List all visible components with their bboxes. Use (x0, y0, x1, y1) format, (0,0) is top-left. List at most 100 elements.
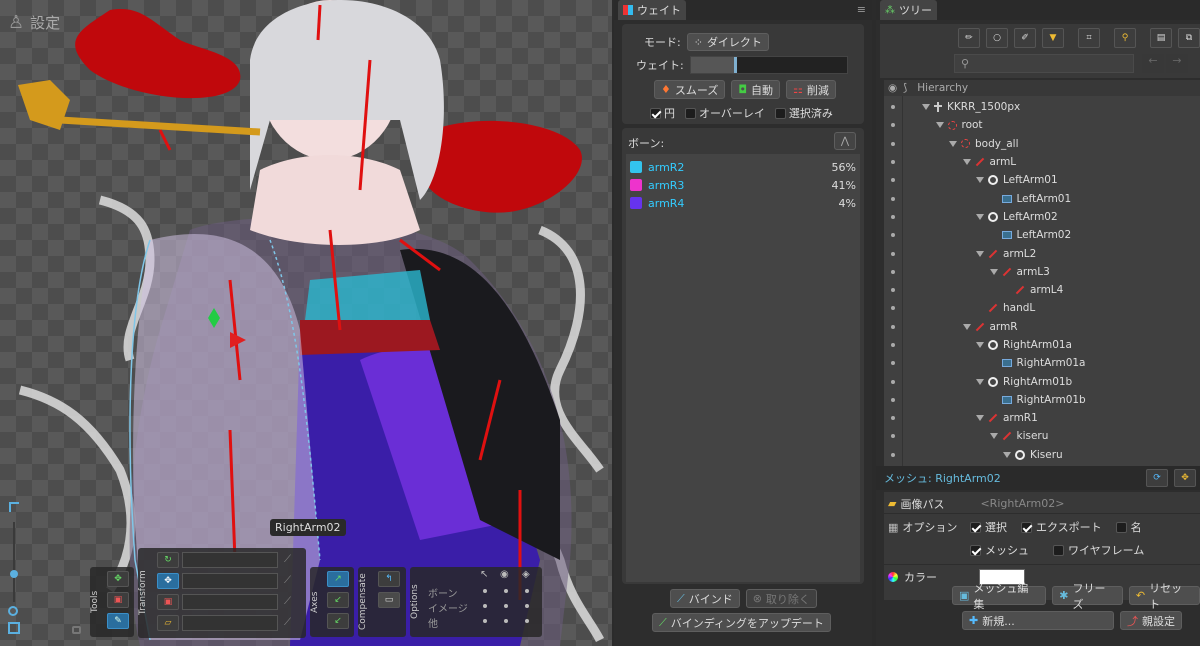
export-option[interactable]: エクスポート (1021, 519, 1102, 535)
option-toggle[interactable] (525, 619, 529, 623)
filter-button[interactable]: ▼ (1042, 28, 1064, 48)
tree-node[interactable]: armL2 (884, 244, 1200, 262)
circle-check[interactable] (650, 107, 661, 119)
axes-world-button[interactable]: ↙ (327, 613, 349, 629)
mode-dropdown[interactable]: ⁘ ダイレクト (686, 33, 769, 51)
fullscreen-icon[interactable] (8, 622, 20, 634)
wireframe-check[interactable] (1053, 544, 1064, 556)
tab-weight[interactable]: ウェイト (618, 0, 686, 20)
brush-filter-button[interactable]: ✏ (958, 28, 980, 48)
viewport[interactable]: ♙ 設定 RightArm02 Tools ✥ ▣ ✎ Transform ↻ … (0, 0, 612, 646)
settings-button[interactable]: ♙ 設定 (8, 12, 60, 33)
weight-slider[interactable] (689, 56, 848, 74)
visibility-dot-icon[interactable] (891, 160, 895, 165)
image-tool-button[interactable]: ▣ (107, 592, 129, 608)
link-icon[interactable]: ⟋ (284, 575, 291, 586)
option-toggle[interactable] (525, 589, 529, 593)
zoom-icon[interactable] (8, 606, 18, 616)
option-toggle[interactable] (504, 604, 508, 608)
tree-node[interactable]: armL3 (884, 263, 1200, 281)
panel-menu-icon[interactable]: ≡ (857, 3, 866, 16)
tree-node[interactable]: armL4 (884, 281, 1200, 299)
image-path-field[interactable]: <RightArm02> (980, 497, 1064, 510)
rotate-tool-button[interactable]: ↻ (157, 552, 179, 568)
visibility-dot-icon[interactable] (891, 397, 895, 402)
select-check[interactable] (970, 521, 981, 533)
tree-node[interactable]: LeftArm01 (884, 189, 1200, 207)
visibility-dot-icon[interactable] (891, 105, 895, 110)
name-check[interactable] (1115, 521, 1127, 533)
select-option[interactable]: 選択 (970, 519, 1007, 535)
option-toggle[interactable] (525, 604, 529, 608)
create-tool-button[interactable]: ✎ (107, 613, 129, 629)
option-toggle[interactable] (504, 619, 508, 623)
expand-toggle-icon[interactable] (962, 159, 971, 166)
overlay-check[interactable] (685, 107, 696, 119)
expand-toggle-icon[interactable] (976, 213, 984, 220)
freeze-button[interactable]: ✱ フリーズ (1052, 582, 1123, 611)
remove-button[interactable]: ⊗ 取り除く (745, 589, 817, 608)
option-toggle[interactable] (483, 589, 487, 593)
zoom-slider[interactable] (6, 500, 22, 640)
scale-value-field[interactable] (182, 594, 278, 610)
expand-toggle-icon[interactable] (976, 378, 984, 385)
tree-node[interactable]: root (884, 116, 1200, 134)
link-icon[interactable]: ⟋ (284, 596, 291, 607)
bones-lock-button[interactable]: ⋀ (834, 132, 856, 150)
tree-search-input[interactable]: ⚲ (954, 54, 1134, 73)
expand-toggle-icon[interactable] (935, 122, 944, 129)
visibility-dot-icon[interactable] (891, 233, 895, 238)
visibility-dot-icon[interactable] (891, 306, 895, 311)
option-toggle[interactable] (483, 619, 487, 623)
link-icon[interactable]: ⟋ (284, 617, 291, 628)
visibility-dot-icon[interactable] (891, 251, 895, 256)
overlay-checkbox[interactable]: オーバーレイ (685, 105, 765, 121)
visibility-dot-icon[interactable] (891, 324, 895, 329)
tree-node[interactable]: armR (884, 318, 1200, 336)
circle-filter-button[interactable]: ○ (986, 28, 1008, 48)
collapse-button[interactable]: ▤ (1150, 28, 1172, 48)
visibility-dot-icon[interactable] (891, 196, 895, 201)
new-dropdown[interactable]: ✚ 新規... (962, 611, 1114, 630)
tree-node[interactable]: armR1 (884, 409, 1200, 427)
wireframe-option[interactable]: ワイヤフレーム (1053, 542, 1144, 558)
tree-node[interactable]: KKRR_1500px (884, 98, 1200, 116)
mesh-sync-button[interactable]: ⟳ (1146, 469, 1168, 487)
tree-node[interactable]: Kiseru (884, 446, 1200, 464)
expand-toggle-icon[interactable] (949, 140, 957, 147)
expand-toggle-icon[interactable] (1003, 451, 1011, 458)
visibility-dot-icon[interactable] (891, 288, 895, 293)
bone-list[interactable]: armR2 56% armR3 41% armR4 4% (626, 154, 860, 582)
translate-value-field[interactable] (182, 573, 278, 589)
zoom-fit-icon[interactable] (9, 502, 19, 512)
visibility-dot-icon[interactable] (891, 214, 895, 219)
select-tool-button[interactable]: ✥ (107, 571, 129, 587)
set-parent-button[interactable]: ⤴ 親設定 (1120, 611, 1182, 630)
reduce-button[interactable]: ⚏ 削減 (786, 80, 836, 99)
translate-tool-button[interactable]: ✥ (157, 573, 179, 589)
bone-list-item[interactable]: armR3 41% (630, 176, 856, 194)
expand-toggle-icon[interactable] (976, 250, 984, 257)
tree-node[interactable]: LeftArm02 (884, 208, 1200, 226)
visibility-dot-icon[interactable] (891, 269, 895, 274)
update-binding-button[interactable]: ⟋ バインディングをアップデート (652, 613, 831, 632)
link-icon[interactable]: ⟋ (284, 554, 291, 565)
frame-button[interactable]: ⌗ (1078, 28, 1100, 48)
circle-checkbox[interactable]: 円 (650, 105, 675, 121)
bone-list-item[interactable]: armR2 56% (630, 158, 856, 176)
option-toggle[interactable] (483, 604, 487, 608)
tree-node[interactable]: LeftArm01 (884, 171, 1200, 189)
reset-button[interactable]: ↶ リセット (1128, 582, 1200, 611)
tree-node[interactable]: RightArm01a (884, 354, 1200, 372)
selected-checkbox[interactable]: 選択済み (774, 105, 833, 121)
expand-toggle-icon[interactable] (976, 342, 984, 348)
tree-node[interactable]: kiseru (884, 427, 1200, 445)
prev-arrow-button[interactable]: ← (1142, 54, 1164, 73)
tree-node[interactable]: handL (884, 299, 1200, 317)
weight-slider-thumb[interactable] (734, 57, 738, 73)
expand-toggle-icon[interactable] (922, 104, 930, 111)
expand-toggle-icon[interactable] (976, 415, 984, 422)
auto-button[interactable]: ◘ 自動 (731, 80, 781, 99)
tree-node[interactable]: RightArm01b (884, 372, 1200, 390)
lock-icon[interactable] (72, 626, 81, 634)
